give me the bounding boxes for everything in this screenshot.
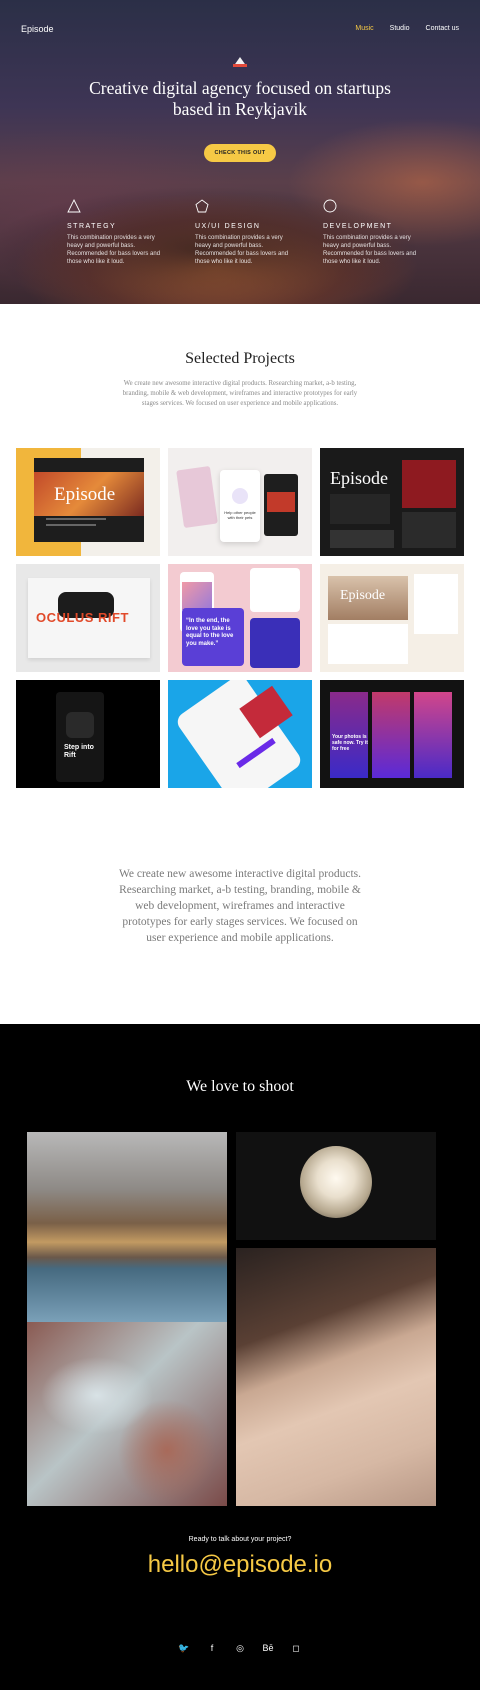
dribbble-icon[interactable]: ◎	[234, 1642, 246, 1654]
section-body: We create new awesome interactive digita…	[118, 868, 362, 944]
shoot-section: We love to shoot Ready to talk about you…	[0, 1024, 480, 1690]
project-tile-step-into-rift[interactable]: Step into Rift	[16, 680, 160, 788]
brand-mark-icon	[233, 57, 247, 67]
instagram-icon[interactable]: ◻	[290, 1642, 302, 1654]
nav-item-music[interactable]: Music	[355, 25, 373, 32]
contact-prompt: Ready to talk about your project?	[188, 1536, 292, 1543]
photo-lake-mountains[interactable]	[27, 1132, 227, 1322]
section-title: We love to shoot	[186, 1078, 294, 1095]
hero-section: Episode Music Studio Contact us Creative…	[0, 0, 480, 304]
feature-strategy: STRATEGY This combination provides a ver…	[67, 199, 167, 266]
tile-text: Step into Rift	[64, 744, 94, 759]
main-nav: Music Studio Contact us	[355, 25, 459, 32]
feature-title: DEVELOPMENT	[323, 223, 393, 230]
project-tile-episode-dark[interactable]: Episode	[320, 448, 464, 556]
feature-description: This combination provides a very heavy a…	[195, 235, 289, 265]
site-logo[interactable]: Episode	[21, 24, 54, 34]
feature-title: STRATEGY	[67, 223, 117, 230]
check-this-out-button[interactable]: CHECK THIS OUT	[204, 144, 276, 162]
pentagon-icon	[195, 199, 209, 213]
nav-item-studio[interactable]: Studio	[390, 25, 410, 32]
project-tile-photos-app[interactable]: Your photos is safe now. Try it for free	[320, 680, 464, 788]
project-tile-sneaker-app[interactable]	[168, 680, 312, 788]
triangle-icon	[67, 199, 81, 213]
project-tile-episode-web[interactable]: Episode	[16, 448, 160, 556]
hero-title: Creative digital agency focused on start…	[89, 78, 391, 119]
tile-text: Episode	[54, 484, 116, 505]
feature-development: DEVELOPMENT This combination provides a …	[323, 199, 423, 266]
tile-text: Your photos is safe now. Try it for free	[332, 734, 368, 752]
project-tile-mobile-app-white[interactable]: Help other people with their pets	[168, 448, 312, 556]
tile-text: “In the end, the love you take is equal …	[186, 618, 234, 647]
project-tile-episode-sand[interactable]: Episode	[320, 564, 464, 672]
tile-text: OCULUS RIFT	[36, 610, 129, 625]
contact-email-link[interactable]: hello@episode.io	[0, 1551, 480, 1579]
feature-title: UX/UI DESIGN	[195, 223, 261, 230]
feature-description: This combination provides a very heavy a…	[323, 235, 417, 265]
photo-sand-dunes[interactable]	[236, 1248, 436, 1506]
section-lead: We create new awesome interactive digita…	[122, 380, 358, 407]
section-title: Selected Projects	[185, 350, 295, 367]
project-tile-quote-app[interactable]: “In the end, the love you take is equal …	[168, 564, 312, 672]
tile-text: Help other people with their pets	[224, 510, 256, 520]
facebook-icon[interactable]: f	[206, 1642, 218, 1654]
tile-text: Episode	[340, 588, 386, 603]
twitter-icon[interactable]: 🐦	[178, 1642, 190, 1654]
social-links: 🐦 f ◎ Bē ◻	[0, 1642, 480, 1654]
tile-text: Episode	[330, 468, 388, 488]
project-tile-oculus-rift[interactable]: OCULUS RIFT	[16, 564, 160, 672]
photo-aerial-terrain[interactable]	[27, 1322, 227, 1506]
feature-description: This combination provides a very heavy a…	[67, 235, 161, 265]
projects-section: Selected Projects We create new awesome …	[0, 304, 480, 1024]
behance-icon[interactable]: Bē	[262, 1642, 274, 1654]
photo-rose[interactable]	[236, 1132, 436, 1240]
feature-ux-ui: UX/UI DESIGN This combination provides a…	[195, 199, 295, 266]
nav-item-contact[interactable]: Contact us	[426, 25, 459, 32]
circle-icon	[323, 199, 337, 213]
